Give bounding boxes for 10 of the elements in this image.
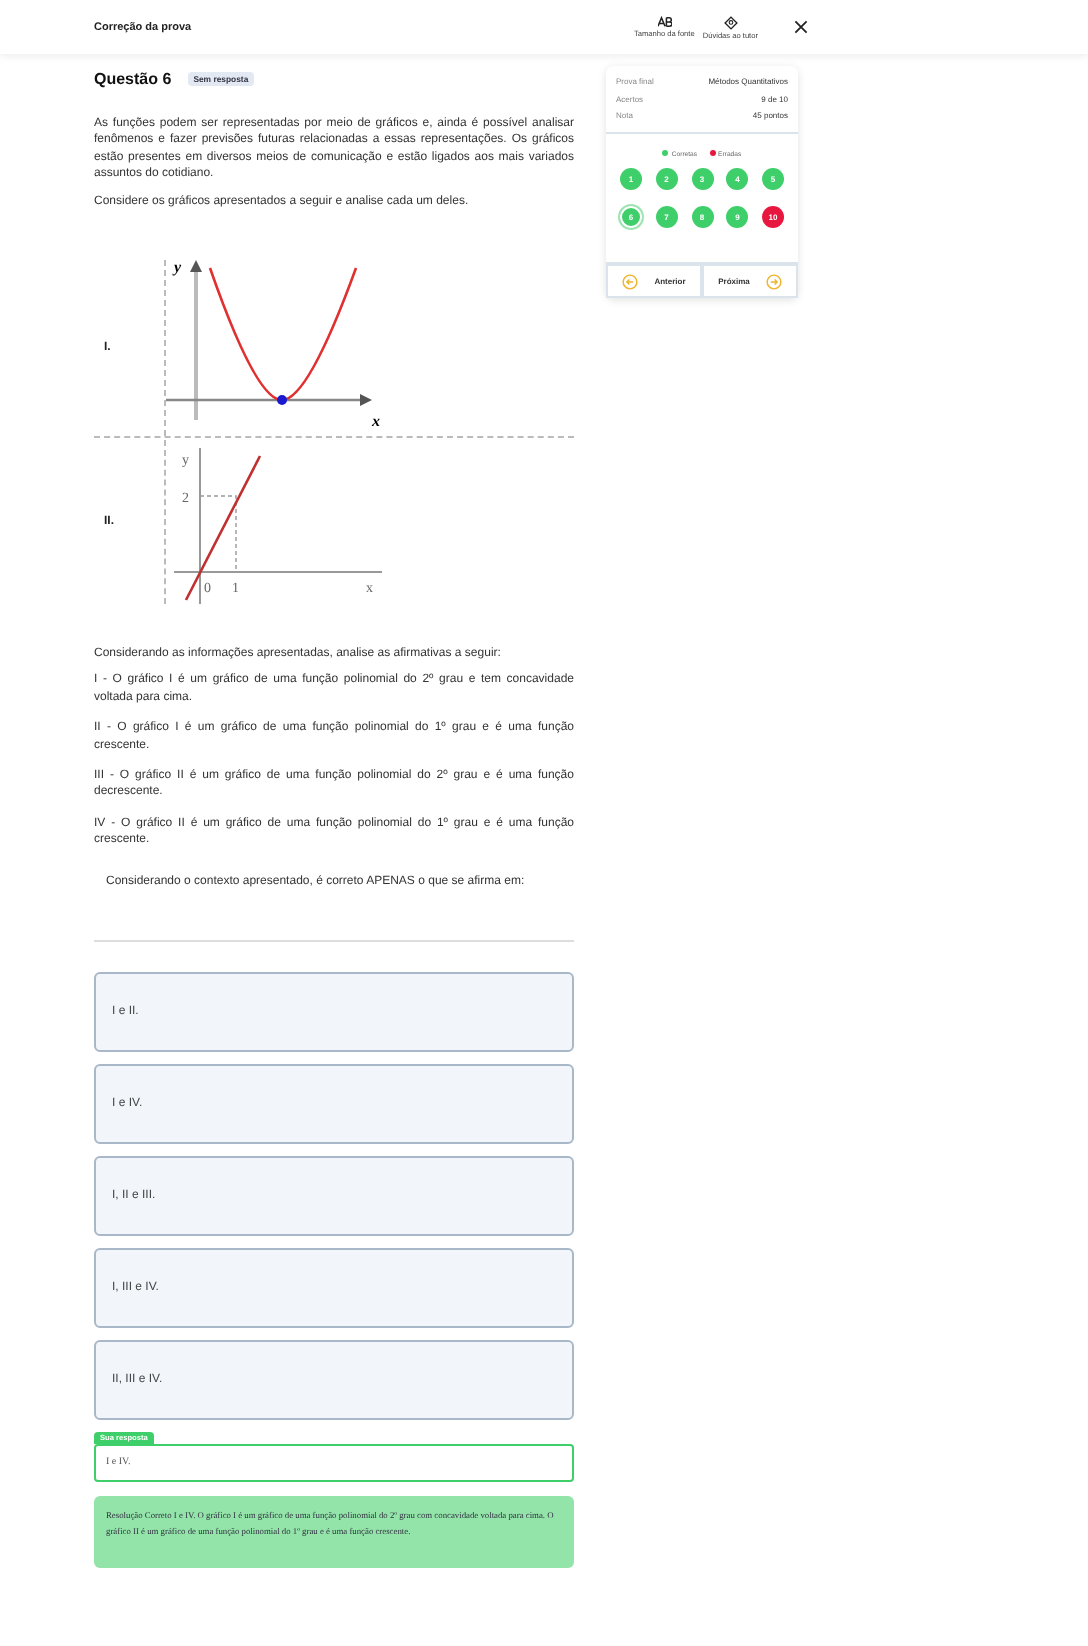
- axis-label: y: [174, 260, 182, 277]
- leader-line: [199, 495, 237, 573]
- vertex-point: [277, 395, 287, 406]
- font-size-icon: [657, 16, 672, 28]
- arrow-right-icon: [765, 273, 782, 289]
- axis-label: x: [372, 412, 380, 431]
- question-title: Questão 6: [94, 70, 172, 88]
- close-icon: [794, 20, 808, 34]
- help-icon: [723, 15, 738, 29]
- arrow-left-icon: [622, 273, 639, 289]
